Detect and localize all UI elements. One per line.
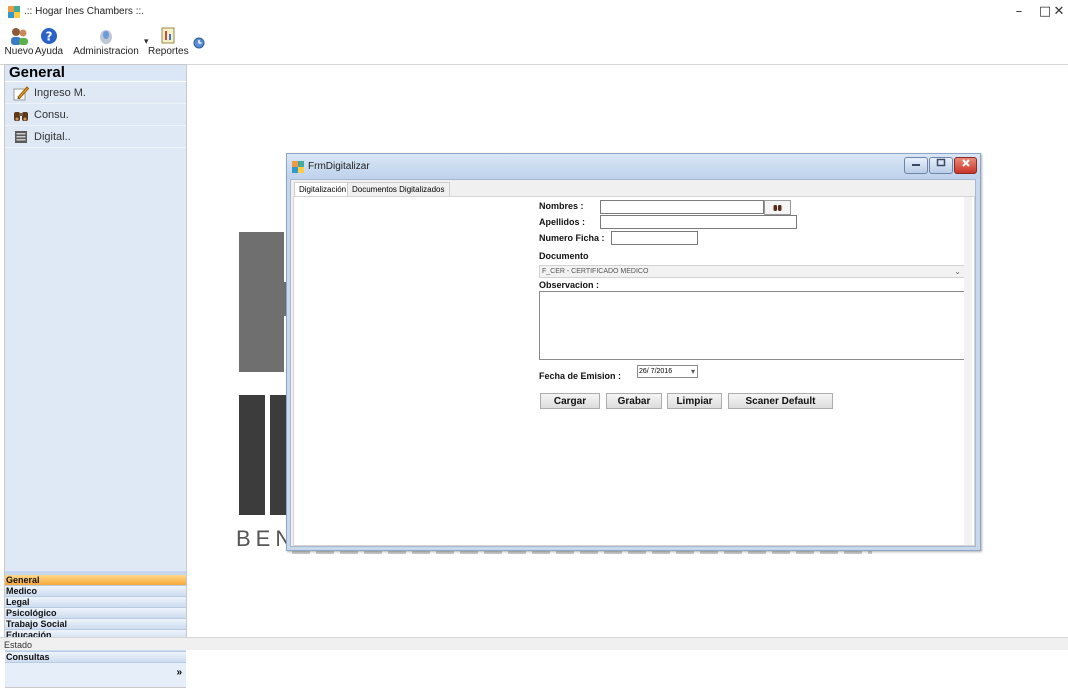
form-icon — [292, 161, 304, 173]
binoculars-icon — [773, 205, 782, 211]
sidebar-item-label: Consu. — [34, 109, 69, 121]
clock-icon[interactable] — [193, 37, 205, 49]
child-window-titlebar: FrmDigitalizar — [287, 154, 980, 179]
toolbar-label-ayuda: Ayuda — [34, 46, 64, 57]
administracion-button[interactable]: Administracion — [70, 26, 142, 62]
category-trabajo-social[interactable]: Trabajo Social — [5, 619, 186, 630]
category-medico[interactable]: Medico — [5, 586, 186, 597]
observacion-label: Observacion : — [539, 280, 600, 290]
logo-mark — [239, 395, 265, 515]
sidebar: General Ingreso M. Consu. Digital.. Gene… — [4, 64, 187, 688]
ayuda-button[interactable]: ? Ayuda — [34, 26, 64, 62]
tab-page-digitalizacion: Nombres : Apellidos : Numero Ficha : Doc… — [293, 196, 975, 546]
child-window-title: FrmDigitalizar — [308, 161, 370, 172]
category-general[interactable]: General — [5, 575, 186, 586]
nombres-input[interactable] — [600, 200, 764, 214]
digitalizar-window: FrmDigitalizar Digitalización Documentos… — [286, 153, 981, 551]
category-legal[interactable]: Legal — [5, 597, 186, 608]
category-overflow-bar: » — [5, 663, 186, 688]
status-bar: Estado — [0, 637, 1068, 650]
calendar-dropdown-icon[interactable]: ▾ — [691, 366, 695, 377]
documento-selected-value: F_CER - CERTIFICADO MEDICO — [542, 268, 649, 275]
logo-mark — [239, 282, 289, 316]
category-consultas[interactable]: Consultas — [5, 652, 186, 663]
sidebar-item-ingreso[interactable]: Ingreso M. — [5, 82, 186, 104]
close-button[interactable]: ✕ — [1050, 2, 1068, 22]
child-window-body: Digitalización Documentos Digitalizados … — [290, 179, 976, 547]
toolbar-label-reportes: Reportes — [148, 46, 189, 57]
tab-documentos-digitalizados[interactable]: Documentos Digitalizados — [347, 182, 450, 197]
nuevo-button[interactable]: Nuevo — [4, 26, 34, 62]
users-icon — [11, 28, 28, 45]
sidebar-item-digital[interactable]: Digital.. — [5, 126, 186, 148]
cargar-button[interactable]: Cargar — [540, 393, 600, 409]
maximize-icon — [936, 158, 946, 167]
toolbar-label-administracion: Administracion — [73, 46, 139, 57]
apellidos-label: Apellidos : — [539, 217, 586, 227]
sidebar-item-label: Ingreso M. — [34, 87, 86, 99]
child-minimize-button[interactable] — [904, 157, 928, 174]
apellidos-input[interactable] — [600, 215, 797, 229]
child-maximize-button[interactable] — [929, 157, 953, 174]
toolbar: Nuevo ? Ayuda Administracion ▾ Reportes — [0, 24, 1068, 65]
category-psicologico[interactable]: Psicológico — [5, 608, 186, 619]
app-icon — [8, 6, 20, 18]
sidebar-item-consu[interactable]: Consu. — [5, 104, 186, 126]
main-titlebar: .:: Hogar Ines Chambers ::. – □ ✕ — [0, 0, 1068, 24]
close-icon — [961, 159, 970, 167]
numero-ficha-input[interactable] — [611, 231, 698, 245]
chevron-down-icon: ⌄ — [954, 267, 961, 276]
reports-icon — [161, 27, 175, 44]
nombres-label: Nombres : — [539, 201, 584, 211]
logo-mark — [270, 395, 286, 515]
limpiar-button[interactable]: Limpiar — [667, 393, 722, 409]
minimize-icon — [912, 164, 920, 166]
admin-icon — [100, 30, 112, 44]
observacion-textarea[interactable] — [539, 291, 966, 360]
fecha-emision-label: Fecha de Emision : — [539, 371, 622, 381]
reportes-button[interactable]: Reportes — [148, 26, 189, 62]
window-title: .:: Hogar Ines Chambers ::. — [24, 6, 145, 17]
scaner-default-button[interactable]: Scaner Default — [728, 393, 833, 409]
child-close-button[interactable] — [954, 157, 977, 174]
chevron-more-icon[interactable]: » — [176, 667, 182, 678]
toolbar-label-nuevo: Nuevo — [4, 46, 34, 57]
help-icon: ? — [41, 28, 57, 44]
binoculars-icon — [14, 112, 28, 121]
numero-ficha-label: Numero Ficha : — [539, 233, 605, 243]
sidebar-header: General — [5, 65, 186, 81]
fecha-emision-value: 26/ 7/2016 — [639, 368, 673, 375]
documento-select[interactable]: F_CER - CERTIFICADO MEDICO ⌄ — [539, 265, 966, 278]
vertical-scrollbar[interactable] — [964, 197, 972, 545]
tab-digitalizacion[interactable]: Digitalización — [294, 182, 352, 197]
pencil-note-icon — [13, 86, 29, 101]
sidebar-panel — [5, 148, 186, 571]
svg-text:?: ? — [46, 30, 53, 44]
search-person-button[interactable] — [764, 200, 791, 215]
sidebar-item-label: Digital.. — [34, 131, 71, 143]
fecha-emision-picker[interactable]: 26/ 7/2016 ▾ — [637, 365, 698, 378]
documento-label: Documento — [539, 251, 589, 261]
grabar-button[interactable]: Grabar — [606, 393, 662, 409]
scanner-icon — [15, 131, 27, 143]
